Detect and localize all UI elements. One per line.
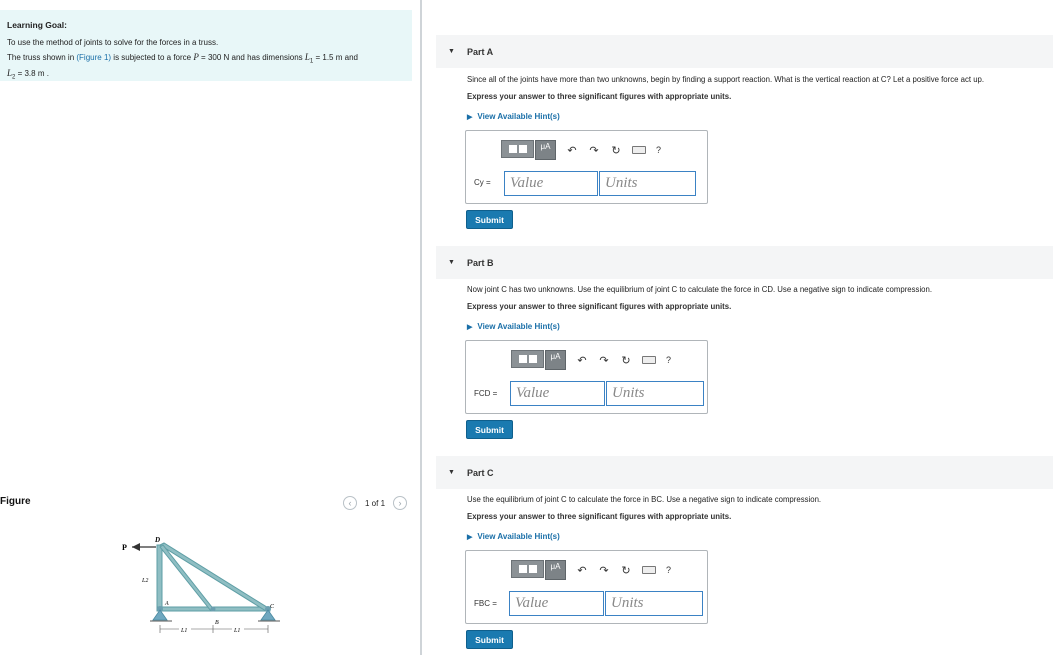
collapse-triangle-icon: ▼ <box>448 259 455 266</box>
part-c-question: Use the equilibrium of joint C to calcul… <box>467 495 822 504</box>
learning-goal-title: Learning Goal: <box>7 20 67 30</box>
keyboard-icon[interactable] <box>632 146 646 154</box>
l1-value: = 1.5 m and <box>313 53 358 62</box>
part-c-instruction: Express your answer to three significant… <box>467 512 732 521</box>
column-divider <box>420 0 422 655</box>
pager-count: 1 of 1 <box>365 498 386 508</box>
l2-value: = 3.8 m . <box>15 68 49 78</box>
part-title: Part B <box>466 257 494 268</box>
redo-icon[interactable]: ↷ <box>598 354 610 367</box>
templates-icon[interactable]: μA <box>501 140 556 160</box>
help-icon[interactable]: ? <box>656 145 661 155</box>
force-arrowhead <box>132 543 140 551</box>
chevron-left-icon[interactable]: ‹ <box>343 496 357 510</box>
part-c-hint-link[interactable]: ▶ View Available Hint(s) <box>467 532 560 541</box>
variable-label: FBC = <box>474 599 497 608</box>
figure-heading: Figure <box>0 496 31 507</box>
answer-toolbar: μA ↶ ↷ ↻ ? <box>501 140 661 160</box>
redo-icon[interactable]: ↷ <box>598 564 610 577</box>
hint-label: View Available Hint(s) <box>477 322 560 331</box>
part-c-answer-box: μA ↶ ↷ ↻ ? FBC = Value Units <box>465 550 708 624</box>
units-mu-icon[interactable]: μA <box>545 350 566 370</box>
part-c-submit-button[interactable]: Submit <box>466 630 513 649</box>
label-b: B <box>215 620 219 626</box>
reset-icon[interactable]: ↻ <box>620 354 632 367</box>
part-title: Part A <box>466 46 494 57</box>
chevron-right-icon[interactable]: › <box>393 496 408 510</box>
truss-members <box>156 542 272 612</box>
help-icon[interactable]: ? <box>666 355 671 365</box>
part-b-header[interactable]: ▼ Part B <box>436 246 1053 279</box>
figure-pager: ‹ 1 of 1 › <box>343 496 408 510</box>
value-input[interactable]: Value <box>504 171 598 196</box>
label-p: P <box>122 543 127 552</box>
units-input[interactable]: Units <box>606 381 704 406</box>
part-a-header[interactable]: ▼ Part A <box>436 35 1053 68</box>
variable-label: FCD = <box>474 389 498 398</box>
part-c-header[interactable]: ▼ Part C <box>436 456 1053 489</box>
value-input[interactable]: Value <box>509 591 604 616</box>
member-dc <box>158 542 272 612</box>
force-value: = 300 N and has dimensions <box>198 53 305 62</box>
part-b-answer-box: μA ↶ ↷ ↻ ? FCD = Value Units <box>465 340 708 414</box>
reset-icon[interactable]: ↻ <box>610 144 622 157</box>
answer-toolbar: μA ↶ ↷ ↻ ? <box>511 560 671 580</box>
part-a-instruction: Express your answer to three significant… <box>467 92 732 101</box>
left-column: Learning Goal: To use the method of join… <box>0 0 421 655</box>
help-icon[interactable]: ? <box>666 565 671 575</box>
part-a-hint-link[interactable]: ▶ View Available Hint(s) <box>467 112 560 121</box>
label-a: A <box>164 601 169 607</box>
variable-label: Cy = <box>474 178 491 187</box>
units-mu-icon[interactable]: μA <box>545 560 566 580</box>
member-ad <box>156 544 163 612</box>
collapse-triangle-icon: ▼ <box>448 48 455 55</box>
learning-goal-text-1: To use the method of joints to solve for… <box>7 38 219 47</box>
label-c: C <box>270 604 275 610</box>
caret-right-icon: ▶ <box>467 114 473 121</box>
part-a-submit-button[interactable]: Submit <box>466 210 513 229</box>
templates-icon[interactable]: μA <box>511 350 566 370</box>
caret-right-icon: ▶ <box>467 324 473 331</box>
part-b-submit-button[interactable]: Submit <box>466 420 513 439</box>
redo-icon[interactable]: ↷ <box>588 144 600 157</box>
units-input[interactable]: Units <box>599 171 696 196</box>
goal-text-segment: is subjected to a force <box>111 53 194 62</box>
part-b-question: Now joint C has two unknowns. Use the eq… <box>467 285 933 294</box>
hint-label: View Available Hint(s) <box>477 532 560 541</box>
keyboard-icon[interactable] <box>642 356 656 364</box>
label-l1-right: L1 <box>233 628 240 634</box>
templates-icon[interactable]: μA <box>511 560 566 580</box>
figure-link[interactable]: (Figure 1) <box>76 53 111 62</box>
part-a-answer-box: μA ↶ ↷ ↻ ? Cy = Value Units <box>465 130 708 204</box>
undo-icon[interactable]: ↶ <box>566 144 578 157</box>
keyboard-icon[interactable] <box>642 566 656 574</box>
truss-figure[interactable]: P D A B C L2 L1 L1 <box>120 532 285 637</box>
label-d: D <box>154 536 160 544</box>
collapse-triangle-icon: ▼ <box>448 469 455 476</box>
undo-icon[interactable]: ↶ <box>576 564 588 577</box>
units-mu-icon[interactable]: μA <box>535 140 556 160</box>
undo-icon[interactable]: ↶ <box>576 354 588 367</box>
learning-goal-text-2: The truss shown in (Figure 1) is subject… <box>7 52 405 83</box>
part-b-instruction: Express your answer to three significant… <box>467 302 732 311</box>
goal-text-segment: The truss shown in <box>7 53 77 62</box>
part-b-hint-link[interactable]: ▶ View Available Hint(s) <box>467 322 560 331</box>
answer-toolbar: μA ↶ ↷ ↻ ? <box>511 350 671 370</box>
label-l2: L2 <box>141 578 148 584</box>
units-input[interactable]: Units <box>605 591 703 616</box>
learning-goal-box: Learning Goal: To use the method of join… <box>0 10 412 81</box>
label-l1-left: L1 <box>180 628 187 634</box>
value-input[interactable]: Value <box>510 381 605 406</box>
caret-right-icon: ▶ <box>467 534 473 541</box>
part-title: Part C <box>466 467 494 478</box>
part-a-question: Since all of the joints have more than t… <box>467 75 985 84</box>
reset-icon[interactable]: ↻ <box>620 564 632 577</box>
joint-b <box>210 606 216 612</box>
hint-label: View Available Hint(s) <box>477 112 560 121</box>
